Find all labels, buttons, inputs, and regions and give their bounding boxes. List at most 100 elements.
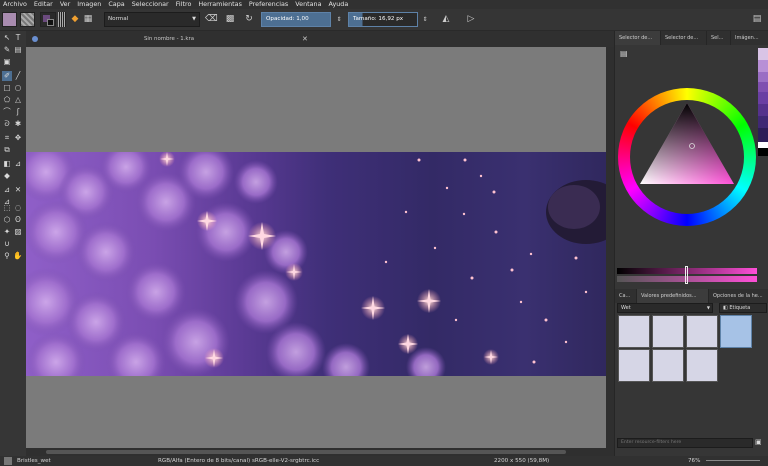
size-slider[interactable]: Tamaño: 16,92 px [348, 12, 418, 27]
tab-sel[interactable]: Sel... [707, 31, 731, 45]
menu-icon[interactable]: ▤ [751, 12, 763, 27]
brush-preset-wet-1[interactable] [618, 315, 650, 348]
status-dimensions: 2200 x 550 (59,8M) [494, 458, 550, 464]
layer-icon[interactable]: ◆ [69, 12, 81, 27]
polyline-tool-icon[interactable]: △ [13, 95, 23, 105]
menu-capa[interactable]: Capa [108, 0, 124, 9]
multibrush-icon[interactable]: ✱ [13, 119, 23, 129]
tab-color-selector-1[interactable]: Selector de... [615, 31, 661, 45]
reload-icon[interactable]: ↻ [243, 12, 255, 27]
palette-swatch[interactable] [758, 48, 768, 60]
gradient-tool-icon[interactable]: ◧ [2, 159, 12, 169]
brush-preset-wet-5[interactable] [618, 349, 650, 382]
select-shapes-icon[interactable]: ↖ [2, 33, 12, 43]
polygon-select-icon[interactable]: ⬡ [2, 215, 12, 225]
slider-handle[interactable] [685, 266, 688, 284]
tab-brush-presets[interactable]: Valores predefinidos... [637, 289, 709, 303]
calligraphy-icon[interactable]: ▤ [13, 45, 23, 55]
painting-image [26, 152, 606, 376]
polygon-tool-icon[interactable]: ⬠ [2, 95, 12, 105]
horizontal-scrollbar[interactable] [26, 448, 606, 456]
brush-tool-icon[interactable]: ✐ [2, 71, 12, 81]
document-tab[interactable]: Sin nombre - 1.kra ✕ [26, 31, 614, 47]
colorpicker-icon[interactable]: ⊿ [13, 159, 23, 169]
menu-imagen[interactable]: Imagen [77, 0, 101, 9]
menu-ventana[interactable]: Ventana [295, 0, 321, 9]
palette-swatch[interactable] [758, 72, 768, 82]
opacity-slider[interactable]: Opacidad: 1,00 [261, 12, 331, 27]
tab-images[interactable]: Imágen... [731, 31, 768, 45]
contiguous-select-icon[interactable]: ✦ [2, 227, 12, 237]
mirror-v-icon[interactable]: ▷ [465, 12, 477, 27]
dynamic-brush-icon[interactable]: ᘐ [2, 119, 12, 129]
brush-preset-wet-2[interactable] [652, 315, 684, 348]
vertical-scrollbar[interactable] [606, 47, 614, 456]
text-tool-icon[interactable]: T [13, 33, 23, 43]
opacity-stepper-icon[interactable]: ⇕ [333, 12, 345, 27]
menu-seleccionar[interactable]: Seleccionar [132, 0, 169, 9]
menu-herramientas[interactable]: Herramientas [198, 0, 242, 9]
docker-panel: Selector de... Selector de... Sel... Imá… [614, 31, 768, 456]
fill-tool-icon[interactable]: ◆ [2, 171, 12, 181]
saturation-value-triangle[interactable] [630, 100, 744, 214]
palette-swatch[interactable] [758, 104, 768, 116]
menu-preferencias[interactable]: Preferencias [249, 0, 288, 9]
eraser-icon[interactable]: ⌫ [205, 12, 218, 27]
rectangle-tool-icon[interactable]: □ [2, 83, 12, 93]
palette-swatch[interactable] [758, 128, 768, 142]
rect-select-icon[interactable]: ⬚ [2, 203, 12, 213]
ellipse-select-icon[interactable]: ◌ [13, 203, 23, 213]
tab-layers[interactable]: Ca... [615, 289, 637, 303]
brush-preset-wet-6[interactable] [652, 349, 684, 382]
brush-preset-button[interactable] [20, 12, 35, 27]
reference-icon[interactable]: ▣ [2, 57, 12, 67]
magnetic-select-icon[interactable]: ∪ [2, 239, 12, 249]
painting-canvas[interactable] [26, 152, 606, 376]
palette-swatch[interactable] [758, 116, 768, 128]
palette-swatch[interactable] [758, 148, 768, 156]
blend-mode-select[interactable]: Normal ▼ [104, 12, 200, 27]
brush-preset-wet-7[interactable] [686, 349, 718, 382]
pattern-icon[interactable] [58, 12, 66, 27]
size-stepper-icon[interactable]: ⇕ [419, 12, 431, 27]
transform-tool-icon[interactable]: ⧉ [2, 145, 12, 155]
outline-select-icon[interactable]: ʘ [13, 215, 23, 225]
gradient-icon[interactable]: ▦ [82, 12, 94, 27]
move-tool-icon[interactable]: ✥ [13, 133, 23, 143]
palette-swatch[interactable] [758, 92, 768, 104]
zoom-slider[interactable] [706, 460, 760, 461]
menu-ayuda[interactable]: Ayuda [329, 0, 349, 9]
freehand-path-icon[interactable]: ʃ [13, 107, 23, 117]
color-pair-button[interactable] [40, 12, 56, 27]
zoom-tool-icon[interactable]: ⚲ [2, 251, 12, 261]
crop-tool-icon[interactable]: ⌗ [2, 133, 12, 143]
pan-tool-icon[interactable]: ✋ [13, 251, 23, 261]
menu-archivo[interactable]: Archivo [3, 0, 27, 9]
bezier-tool-icon[interactable]: ⌒ [2, 107, 12, 117]
menu-ver[interactable]: Ver [60, 0, 70, 9]
save-preset-icon[interactable]: ▣ [755, 438, 762, 446]
foreground-color-swatch[interactable] [2, 12, 17, 27]
assistant-tool-icon[interactable]: ⊿ [2, 185, 12, 195]
color-settings-icon[interactable]: ▤ [620, 49, 628, 58]
horizontal-scroll-thumb[interactable] [46, 450, 566, 454]
palette-swatch[interactable] [758, 60, 768, 72]
preset-tag-select[interactable]: Wet ▼ [617, 303, 713, 313]
resource-filter-input[interactable]: Enter resource-filters here [617, 438, 753, 448]
brush-preset-wet-4[interactable] [720, 315, 752, 348]
menu-editar[interactable]: Editar [34, 0, 53, 9]
similar-select-icon[interactable]: ▨ [13, 227, 23, 237]
tag-button[interactable]: ◧ Etiqueta [719, 303, 767, 313]
tab-tool-options[interactable]: Opciones de la he... [709, 289, 768, 303]
edit-shapes-icon[interactable]: ✎ [2, 45, 12, 55]
brush-preset-wet-3[interactable] [686, 315, 718, 348]
palette-swatch[interactable] [758, 82, 768, 92]
menu-filtro[interactable]: Filtro [176, 0, 192, 9]
perspective-icon[interactable]: ✕ [13, 185, 23, 195]
preserve-alpha-icon[interactable]: ▩ [224, 12, 236, 27]
line-tool-icon[interactable]: ╱ [13, 71, 23, 81]
close-icon[interactable]: ✕ [302, 31, 308, 47]
ellipse-tool-icon[interactable]: ○ [13, 83, 23, 93]
tab-color-selector-2[interactable]: Selector de... [661, 31, 707, 45]
mirror-h-icon[interactable]: ◭ [440, 12, 452, 27]
